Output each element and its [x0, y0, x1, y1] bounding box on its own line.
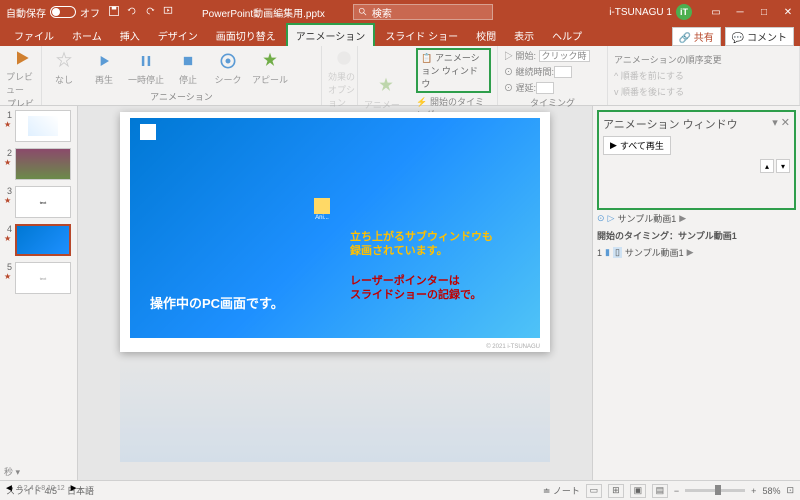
autosave-toggle[interactable]: 自動保存 オフ	[6, 5, 100, 20]
delay-input[interactable]: ⊙ 遅延:	[504, 80, 590, 95]
search-input[interactable]: 検索	[353, 4, 493, 20]
redo-icon[interactable]	[144, 5, 156, 20]
start-select[interactable]: ▷ 開始: クリック時	[504, 48, 590, 63]
tab-insert[interactable]: 挿入	[112, 25, 148, 46]
slide-canvas[interactable]: 0 Ani... 立ち上がるサブウィンドウも 録画されています。 レーザーポイン…	[120, 112, 550, 352]
save-icon[interactable]	[108, 5, 120, 20]
panel-close-icon[interactable]: ▾ ✕	[772, 116, 790, 132]
slide-footer: © 2021 i-TSUNAGU	[486, 344, 540, 350]
animation-window-button[interactable]: 📋 アニメーション ウィンドウ	[416, 48, 491, 93]
slide-editor[interactable]: 0 Ani... 立ち上がるサブウィンドウも 録画されています。 レーザーポイン…	[78, 106, 592, 480]
tab-view[interactable]: 表示	[506, 25, 542, 46]
play-all-button[interactable]: ▶ すべて再生	[603, 136, 671, 155]
toggle-off-icon	[50, 6, 76, 18]
anim-none[interactable]: なし	[48, 51, 80, 86]
panel-title: アニメーション ウィンドウ▾ ✕	[603, 116, 790, 132]
tab-design[interactable]: デザイン	[150, 25, 206, 46]
undo-icon[interactable]	[126, 5, 138, 20]
thumb-4[interactable]: 4★	[4, 224, 73, 256]
comment-button[interactable]: 💬 コメント	[725, 27, 794, 46]
anim-entry-1[interactable]: ⊙▷サンプル動画1▶	[597, 210, 796, 227]
slide-text-2: 録画されています。	[350, 242, 448, 258]
duration-input[interactable]: ⊙ 継続時間:	[504, 64, 590, 79]
anim-play[interactable]: 再生	[88, 51, 120, 86]
user-name: i-TSUNAGU 1	[609, 7, 672, 18]
move-after: v 順番を後にする	[614, 84, 722, 99]
slide-main-text: 操作中のPC画面です。	[150, 293, 284, 312]
tab-home[interactable]: ホーム	[64, 25, 110, 46]
tab-animations[interactable]: アニメーション	[286, 23, 376, 46]
filename: PowerPoint動画編集用.pptx	[202, 5, 325, 20]
maximize-icon[interactable]: □	[758, 7, 770, 18]
anim-stop[interactable]: 停止	[172, 51, 204, 86]
move-down-icon[interactable]: ▾	[776, 159, 790, 173]
search-icon	[358, 7, 368, 17]
preview-button[interactable]: プレビュー	[6, 48, 38, 96]
search-placeholder: 検索	[372, 5, 392, 20]
share-button[interactable]: 🔗 共有	[672, 27, 721, 46]
tab-transitions[interactable]: 画面切り替え	[208, 25, 284, 46]
autosave-state: オフ	[80, 5, 100, 20]
move-before: ^ 順番を前にする	[614, 68, 722, 83]
minimize-icon[interactable]: ─	[734, 7, 746, 18]
slide-text-4: スライドショーの記録で。	[350, 286, 482, 302]
effect-options: 効果のオプション	[328, 48, 360, 109]
timeline-ticks: 0 2 4 6 8 10 12	[18, 485, 65, 492]
anim-seek[interactable]: シーク	[212, 51, 244, 86]
timeline-left-icon[interactable]: ◄	[4, 483, 14, 494]
anim-pause[interactable]: 一時停止	[128, 51, 164, 86]
tab-file[interactable]: ファイル	[6, 25, 62, 46]
avatar-icon: iT	[676, 4, 692, 20]
seconds-label: 秒	[4, 467, 13, 477]
timeline-right-icon[interactable]: ►	[69, 483, 79, 494]
zoom-slider[interactable]	[685, 489, 745, 492]
desktop-icon-recycle	[136, 124, 160, 141]
user-account[interactable]: i-TSUNAGU 1 iT	[609, 4, 692, 20]
thumb-1[interactable]: 1★	[4, 110, 73, 142]
close-icon[interactable]: ✕	[782, 7, 794, 18]
desktop-icon-folder: Ani...	[310, 198, 334, 221]
tab-review[interactable]: 校閲	[468, 25, 504, 46]
anim-appeal[interactable]: アピール	[252, 51, 288, 86]
thumb-2[interactable]: 2★	[4, 148, 73, 180]
anim-group-label: アニメーション	[48, 89, 315, 103]
thumb-3[interactable]: 3★text	[4, 186, 73, 218]
start-from-beginning-icon[interactable]	[162, 5, 174, 20]
ribbon-options-icon[interactable]: ▭	[710, 7, 722, 18]
trigger-label: 開始のタイミング：サンプル動画1	[597, 227, 796, 244]
autosave-label: 自動保存	[6, 5, 46, 20]
animation-pane: アニメーション ウィンドウ▾ ✕ ▶ すべて再生 ▴▾ ⊙▷サンプル動画1▶ 開…	[592, 106, 800, 480]
thumb-5[interactable]: 5★text	[4, 262, 73, 294]
reorder-label: アニメーションの順序変更	[614, 52, 722, 67]
slide-thumbnails[interactable]: 1★ 2★ 3★text 4★ 5★text	[0, 106, 78, 480]
move-up-icon[interactable]: ▴	[760, 159, 774, 173]
anim-entry-2[interactable]: 1 ▮▯サンプル動画1▶	[597, 244, 796, 261]
tab-slideshow[interactable]: スライド ショー	[377, 25, 466, 46]
tab-help[interactable]: ヘルプ	[544, 25, 590, 46]
